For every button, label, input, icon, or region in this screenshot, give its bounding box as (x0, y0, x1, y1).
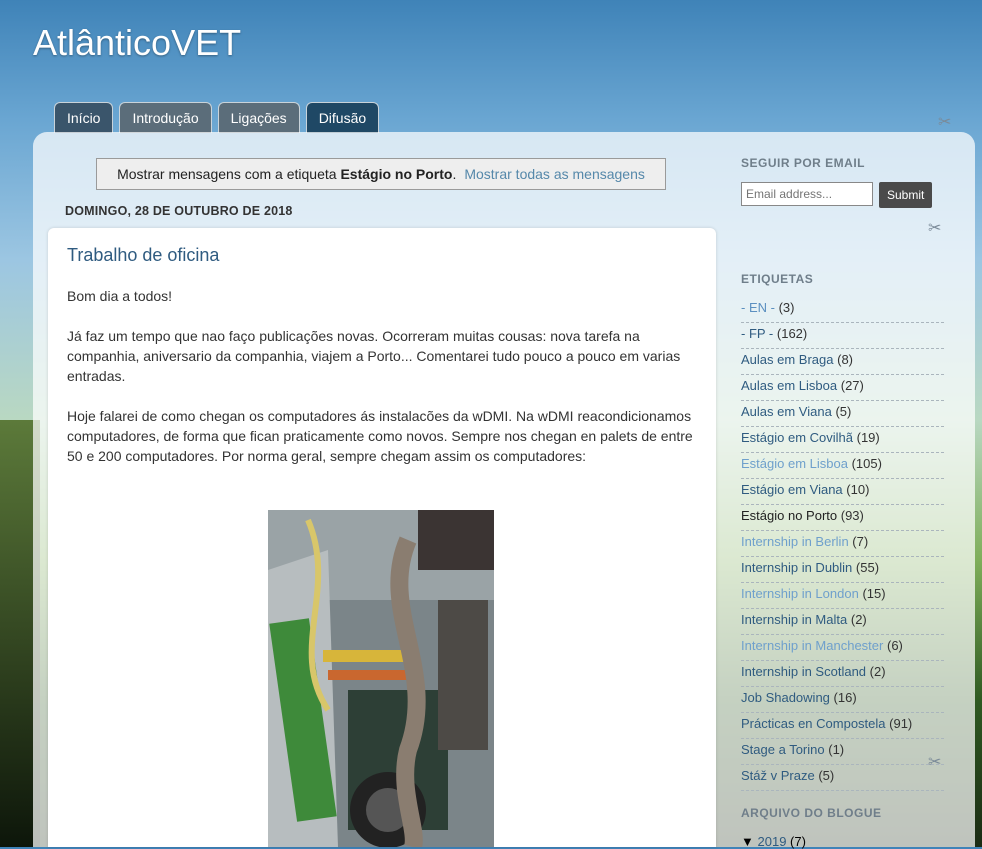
label-count: (16) (833, 690, 857, 705)
tab-inicio[interactable]: Início (54, 102, 114, 133)
label-link[interactable]: Estágio em Covilhã (741, 430, 853, 445)
submit-button[interactable]: Submit (879, 182, 933, 208)
label-link[interactable]: Stáž v Praze (741, 768, 815, 783)
wrench-icon[interactable]: ✂ (938, 112, 951, 132)
label-count: (1) (828, 742, 845, 757)
tab-ligacoes[interactable]: Ligações (217, 102, 300, 133)
date-header: DOMINGO, 28 DE OUTUBRO DE 2018 (65, 204, 293, 218)
email-input[interactable] (741, 182, 873, 206)
label-count: (5) (835, 404, 852, 419)
label-count: (6) (886, 638, 903, 653)
computer-internals-photo (268, 510, 494, 847)
label-list-item: Aulas em Braga (8) (741, 349, 944, 375)
label-link[interactable]: Estágio no Porto (741, 508, 837, 523)
labels-heading: ETIQUETAS (741, 272, 814, 286)
nav-tabs: Início Introdução Ligações Difusão (54, 102, 380, 133)
blog-archive-heading: ARQUIVO DO BLOGUE (741, 806, 882, 820)
labels-list: - EN - (3) - FP - (162) Aulas em Braga (8)… (741, 297, 944, 791)
label-list-item: Estágio em Covilhã (19) (741, 427, 944, 453)
label-list-item: Internship in Scotland (2) (741, 661, 944, 687)
label-list-item: Internship in Malta (2) (741, 609, 944, 635)
label-link[interactable]: - EN - (741, 300, 775, 315)
label-link[interactable]: - FP - (741, 326, 773, 341)
label-list-item: Internship in Berlin (7) (741, 531, 944, 557)
label-count: (93) (840, 508, 864, 523)
label-count: (105) (851, 456, 882, 471)
label-list-item: Estágio em Lisboa (105) (741, 453, 944, 479)
show-all-posts-link[interactable]: Mostrar todas as mensagens (464, 166, 645, 182)
label-link[interactable]: Estágio em Lisboa (741, 456, 848, 471)
label-count: (91) (889, 716, 913, 731)
label-link[interactable]: Prácticas en Compostela (741, 716, 886, 731)
label-count: (19) (856, 430, 880, 445)
label-count: (27) (840, 378, 864, 393)
label-count: (5) (818, 768, 835, 783)
label-link[interactable]: Internship in Malta (741, 612, 847, 627)
post-paragraph: Já faz um tempo que nao faço publicações… (67, 328, 681, 384)
label-count: (10) (846, 482, 870, 497)
post-paragraph: Bom dia a todos! (67, 288, 173, 304)
label-link[interactable]: Internship in Scotland (741, 664, 866, 679)
status-suffix: . (452, 166, 457, 182)
label-list-item: Job Shadowing (16) (741, 687, 944, 713)
label-count: (55) (855, 560, 880, 575)
label-count: (7) (852, 534, 869, 549)
label-list-item: - EN - (3) (741, 297, 944, 323)
label-link[interactable]: Aulas em Braga (741, 352, 834, 367)
follow-by-email-heading: SEGUIR POR EMAIL (741, 156, 866, 170)
label-list-item: Stage a Torino (1) (741, 739, 944, 765)
tab-introducao[interactable]: Introdução (119, 102, 212, 133)
wrench-icon[interactable]: ✂ (928, 752, 941, 772)
wrench-icon[interactable]: ✂ (928, 218, 941, 238)
post-image[interactable] (268, 510, 494, 847)
post-body: Bom dia a todos! Já faz um tempo que nao… (67, 286, 697, 486)
label-link[interactable]: Aulas em Lisboa (741, 378, 837, 393)
label-link[interactable]: Internship in Manchester (741, 638, 883, 653)
label-link[interactable]: Internship in Berlin (741, 534, 849, 549)
status-label: Estágio no Porto (340, 166, 453, 182)
label-filter-status: Mostrar mensagens com a etiqueta Estágio… (96, 158, 666, 190)
label-list-item: Internship in Manchester (6) (741, 635, 944, 661)
label-count: (2) (869, 664, 886, 679)
tab-difusao[interactable]: Difusão (305, 102, 380, 133)
label-count: (8) (837, 352, 854, 367)
post-paragraph: Hoje falarei de como chegan os computado… (67, 408, 693, 464)
label-list-item: Stáž v Praze (5) (741, 765, 944, 791)
label-list-item: Internship in Dublin (55) (741, 557, 944, 583)
blog-title[interactable]: AtlânticoVET (33, 22, 241, 64)
label-list-item: Internship in London (15) (741, 583, 944, 609)
label-list-item: Prácticas en Compostela (91) (741, 713, 944, 739)
label-count: (2) (850, 612, 867, 627)
label-link[interactable]: Estágio em Viana (741, 482, 843, 497)
label-link[interactable]: Stage a Torino (741, 742, 825, 757)
label-link[interactable]: Aulas em Viana (741, 404, 832, 419)
label-count: (162) (776, 326, 808, 341)
label-list-item: Aulas em Viana (5) (741, 401, 944, 427)
status-prefix: Mostrar mensagens com a etiqueta (117, 166, 341, 182)
post: Trabalho de oficina Bom dia a todos! Já … (48, 228, 716, 847)
email-subscribe-form: Submit (741, 182, 933, 208)
label-list-item: Estágio no Porto (93) (741, 505, 944, 531)
label-link[interactable]: Internship in Dublin (741, 560, 852, 575)
post-title[interactable]: Trabalho de oficina (67, 245, 219, 266)
label-count: (15) (862, 586, 886, 601)
label-link[interactable]: Job Shadowing (741, 690, 830, 705)
label-link[interactable]: Internship in London (741, 586, 859, 601)
label-list-item: Aulas em Lisboa (27) (741, 375, 944, 401)
label-list-item: Estágio em Viana (10) (741, 479, 944, 505)
label-count: (3) (778, 300, 795, 315)
label-list-item: - FP - (162) (741, 323, 944, 349)
